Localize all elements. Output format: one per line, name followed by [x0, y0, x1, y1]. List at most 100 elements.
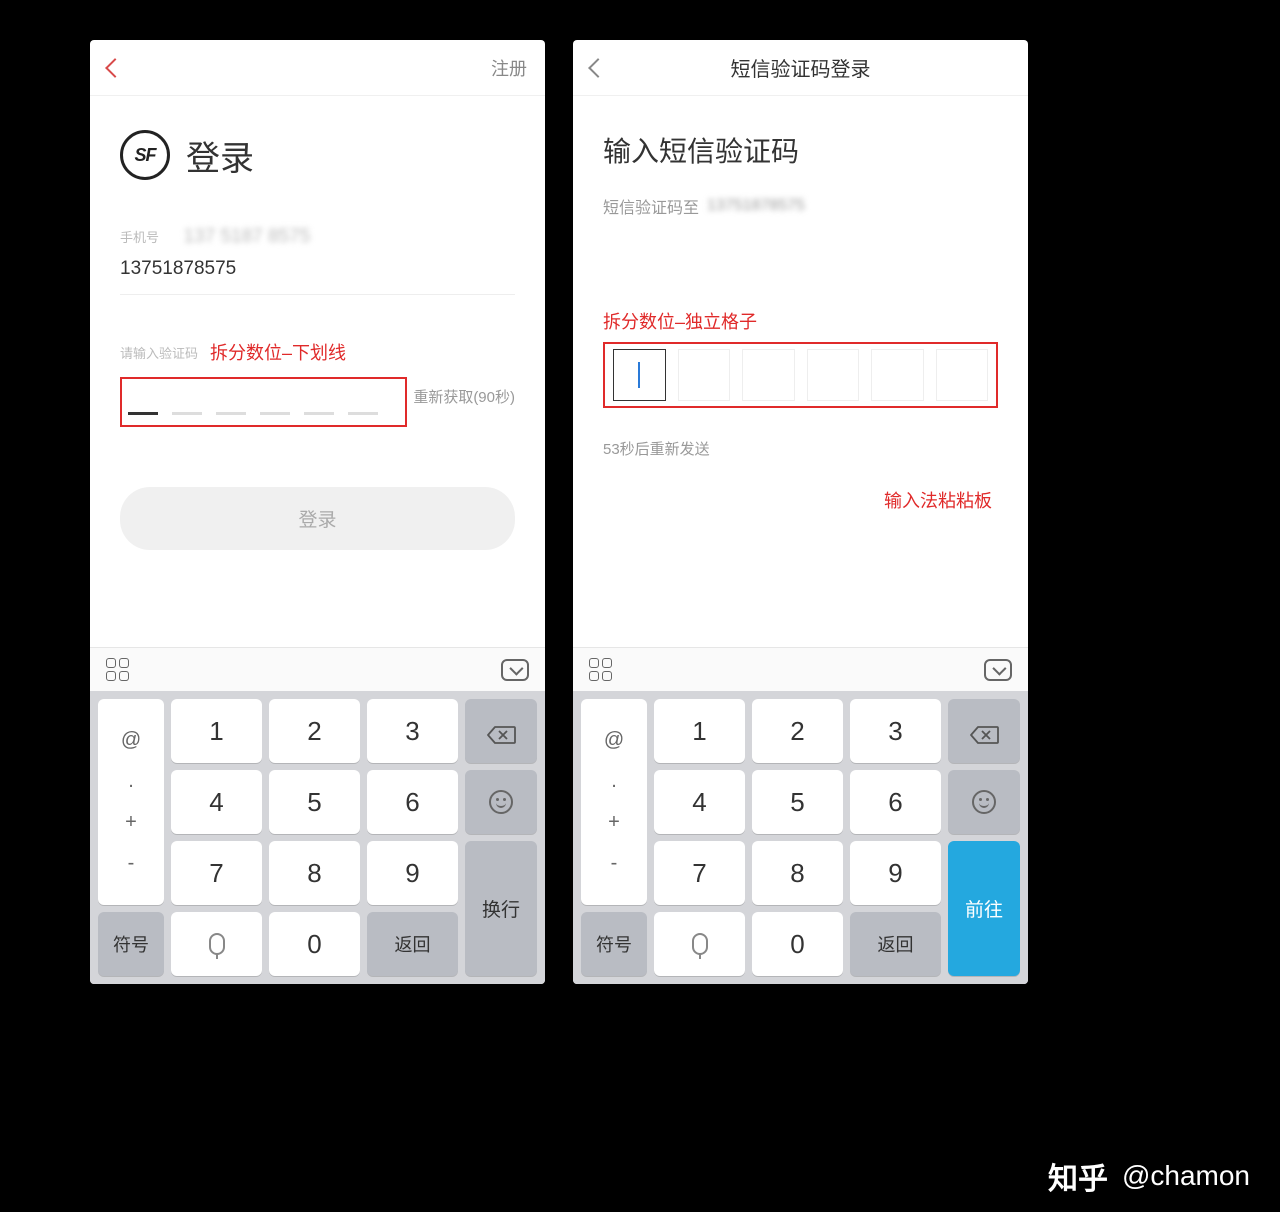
nav-bar: 短信验证码登录	[573, 40, 1028, 96]
key-4[interactable]: 4	[171, 770, 262, 834]
keyboard-toolbar	[573, 647, 1028, 691]
key-plus[interactable]: +	[125, 811, 137, 834]
login-screen: 注册 SF 登录 手机号 137 5187 8575 13751878575 请…	[90, 40, 545, 984]
login-button[interactable]: 登录	[120, 487, 515, 550]
mic-key[interactable]	[171, 912, 262, 976]
key-7[interactable]: 7	[654, 841, 745, 905]
key-2[interactable]: 2	[269, 699, 360, 763]
key-9[interactable]: 9	[850, 841, 941, 905]
symbol-key[interactable]: 符号	[98, 912, 164, 976]
page-title: 登录	[186, 131, 254, 180]
register-link[interactable]: 注册	[491, 55, 527, 81]
keyboard: @ . + - 1 2 3 4 5 6 7 8 9	[573, 647, 1028, 984]
key-8[interactable]: 8	[752, 841, 843, 905]
key-minus[interactable]: -	[611, 852, 618, 875]
annotation-paste: 输入法粘粘板	[603, 487, 998, 513]
key-8[interactable]: 8	[269, 841, 360, 905]
heading: 输入短信验证码	[603, 130, 998, 170]
phone-field: 手机号 137 5187 8575 13751878575	[120, 226, 515, 295]
key-minus[interactable]: -	[128, 852, 135, 875]
code-input-underlines[interactable]	[120, 377, 407, 427]
key-4[interactable]: 4	[654, 770, 745, 834]
key-7[interactable]: 7	[171, 841, 262, 905]
phone-label: 手机号	[120, 230, 159, 245]
phone-blurred: 13751878575	[707, 197, 805, 215]
subtitle-prefix: 短信验证码至	[603, 194, 699, 218]
back-icon[interactable]	[105, 58, 125, 78]
code-cell-1[interactable]	[613, 349, 666, 401]
key-5[interactable]: 5	[269, 770, 360, 834]
keyboard: @ . + - 1 2 3 4 5 6 7 8 9	[90, 647, 545, 984]
key-2[interactable]: 2	[752, 699, 843, 763]
key-dot[interactable]: .	[611, 770, 617, 793]
backspace-key[interactable]	[948, 699, 1020, 763]
sms-verify-screen: 短信验证码登录 输入短信验证码 短信验证码至 13751878575 拆分数位–…	[573, 40, 1028, 984]
key-dot[interactable]: .	[128, 770, 134, 793]
cursor-icon	[638, 362, 640, 388]
symbol-key[interactable]: 符号	[581, 912, 647, 976]
code-digit-6[interactable]	[348, 412, 378, 415]
phone-blurred: 137 5187 8575	[183, 226, 310, 247]
sf-logo-icon: SF	[120, 130, 170, 180]
nav-bar: 注册	[90, 40, 545, 96]
resend-text[interactable]: 重新获取(90秒)	[413, 386, 515, 407]
backspace-icon	[969, 721, 999, 741]
brand: SF 登录	[120, 130, 515, 180]
backspace-key[interactable]	[465, 699, 537, 763]
key-plus[interactable]: +	[608, 811, 620, 834]
emoji-icon	[489, 790, 513, 814]
newline-key[interactable]: 换行	[465, 841, 537, 976]
return-key[interactable]: 返回	[850, 912, 941, 976]
code-cell-3[interactable]	[742, 349, 795, 401]
mic-key[interactable]	[654, 912, 745, 976]
code-digit-4[interactable]	[260, 412, 290, 415]
emoji-icon	[972, 790, 996, 814]
code-digit-2[interactable]	[172, 412, 202, 415]
back-icon[interactable]	[588, 58, 608, 78]
annotation-underline: 拆分数位–下划线	[210, 339, 346, 365]
dismiss-keyboard-icon[interactable]	[984, 659, 1012, 681]
side-symbols[interactable]: @ . + -	[98, 699, 164, 905]
key-0[interactable]: 0	[269, 912, 360, 976]
key-1[interactable]: 1	[654, 699, 745, 763]
dismiss-keyboard-icon[interactable]	[501, 659, 529, 681]
emoji-key[interactable]	[948, 770, 1020, 834]
code-cell-4[interactable]	[807, 349, 860, 401]
code-digit-5[interactable]	[304, 412, 334, 415]
zhihu-logo: 知乎	[1048, 1154, 1108, 1198]
resend-countdown: 53秒后重新发送	[603, 438, 998, 459]
code-input-cells[interactable]	[603, 342, 998, 408]
page-title: 短信验证码登录	[731, 53, 871, 82]
key-at[interactable]: @	[604, 729, 624, 752]
mic-icon	[692, 933, 708, 955]
key-5[interactable]: 5	[752, 770, 843, 834]
key-3[interactable]: 3	[367, 699, 458, 763]
side-symbols[interactable]: @ . + -	[581, 699, 647, 905]
emoji-key[interactable]	[465, 770, 537, 834]
code-cell-5[interactable]	[871, 349, 924, 401]
key-1[interactable]: 1	[171, 699, 262, 763]
mic-icon	[209, 933, 225, 955]
apps-icon[interactable]	[106, 658, 129, 681]
key-6[interactable]: 6	[367, 770, 458, 834]
key-at[interactable]: @	[121, 729, 141, 752]
code-digit-3[interactable]	[216, 412, 246, 415]
code-digit-1[interactable]	[128, 412, 158, 415]
annotation-cells: 拆分数位–独立格子	[603, 308, 998, 334]
phone-input[interactable]: 13751878575	[120, 258, 515, 295]
code-cell-2[interactable]	[678, 349, 731, 401]
return-key[interactable]: 返回	[367, 912, 458, 976]
apps-icon[interactable]	[589, 658, 612, 681]
author: @chamon	[1122, 1160, 1250, 1192]
subtitle: 短信验证码至 13751878575	[603, 194, 998, 218]
key-6[interactable]: 6	[850, 770, 941, 834]
watermark: 知乎 @chamon	[1048, 1154, 1250, 1198]
go-key[interactable]: 前往	[948, 841, 1020, 976]
key-0[interactable]: 0	[752, 912, 843, 976]
key-9[interactable]: 9	[367, 841, 458, 905]
key-3[interactable]: 3	[850, 699, 941, 763]
code-label: 请输入验证码	[120, 343, 198, 362]
backspace-icon	[486, 721, 516, 741]
keyboard-toolbar	[90, 647, 545, 691]
code-cell-6[interactable]	[936, 349, 989, 401]
